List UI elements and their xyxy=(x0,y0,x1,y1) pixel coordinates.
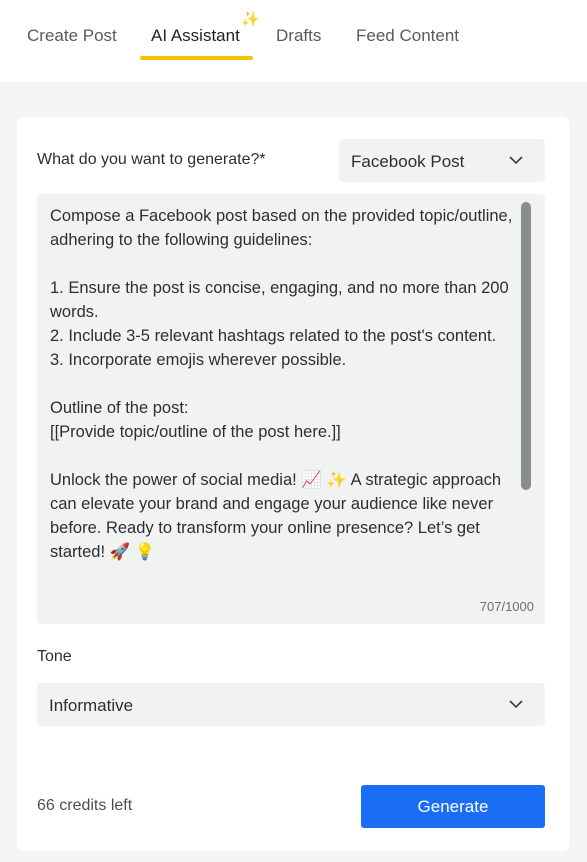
tab-bar: Create Post AI Assistant ✨ Drafts Feed C… xyxy=(0,0,587,82)
tab-feed-content[interactable]: Feed Content xyxy=(356,26,459,46)
tab-drafts[interactable]: Drafts xyxy=(276,26,321,46)
generate-type-value: Facebook Post xyxy=(351,152,465,171)
chevron-down-icon xyxy=(509,156,523,165)
generate-type-select[interactable]: Facebook Post xyxy=(339,139,545,182)
active-tab-indicator xyxy=(140,56,253,60)
prompt-text: Compose a Facebook post based on the pro… xyxy=(50,207,513,561)
tone-value: Informative xyxy=(49,696,134,715)
sparkles-icon: ✨ xyxy=(241,11,260,28)
prompt-scrollbar[interactable] xyxy=(521,202,531,490)
tab-create-post[interactable]: Create Post xyxy=(27,26,117,46)
chevron-down-icon xyxy=(509,700,523,709)
credits-remaining: 66 credits left xyxy=(37,797,133,814)
tone-select[interactable]: Informative xyxy=(37,683,545,726)
tab-ai-assistant[interactable]: AI Assistant xyxy=(151,26,240,46)
character-counter: 707/1000 xyxy=(479,599,534,614)
tone-label: Tone xyxy=(37,648,72,665)
generate-type-label: What do you want to generate?* xyxy=(37,151,266,168)
generate-button[interactable]: Generate xyxy=(361,785,545,828)
prompt-textarea[interactable]: Compose a Facebook post based on the pro… xyxy=(37,194,545,624)
